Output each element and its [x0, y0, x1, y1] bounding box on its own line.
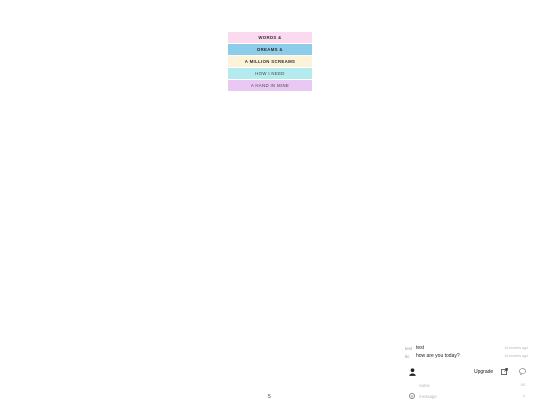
message-username: tic [405, 353, 410, 359]
message-char-count: 4 [522, 393, 525, 398]
menu-item-dreams[interactable]: DREAMS & [228, 44, 312, 55]
upgrade-button[interactable]: Upgrade [474, 369, 493, 375]
message-username: test [405, 345, 413, 351]
message-field-row: 4 [405, 392, 528, 401]
message-text: test [416, 345, 425, 351]
message-timestamp: 14 months ago [504, 354, 528, 358]
message-text: how are you today? [416, 353, 460, 359]
name-input[interactable] [419, 382, 509, 389]
page-number: 5 [268, 394, 271, 400]
name-field-row: 45 [405, 381, 528, 390]
chat-bubble-icon[interactable] [519, 368, 526, 375]
popout-icon[interactable] [501, 368, 508, 375]
message-input[interactable] [419, 393, 509, 400]
chat-toolbar: Upgrade [405, 365, 528, 379]
menu-item-a-million-screams[interactable]: A MILLION SCREAMS [228, 56, 312, 67]
menu-item-words[interactable]: WORDS & [228, 32, 312, 43]
chat-message: test test 14 months ago [405, 344, 528, 352]
user-icon[interactable] [409, 368, 416, 376]
chat-widget: test test 14 months ago tic how are you … [405, 344, 528, 401]
name-char-count: 45 [520, 382, 525, 387]
nav-menu: WORDS & DREAMS & A MILLION SCREAMS HOW I… [228, 32, 312, 92]
message-timestamp: 14 months ago [504, 346, 528, 350]
chat-message: tic how are you today? 14 months ago [405, 352, 528, 360]
menu-item-a-hand-in-mine[interactable]: A HAND IN MINE [228, 80, 312, 91]
smiley-icon[interactable] [409, 393, 415, 399]
menu-item-how-i-need[interactable]: HOW I NEED [228, 68, 312, 79]
